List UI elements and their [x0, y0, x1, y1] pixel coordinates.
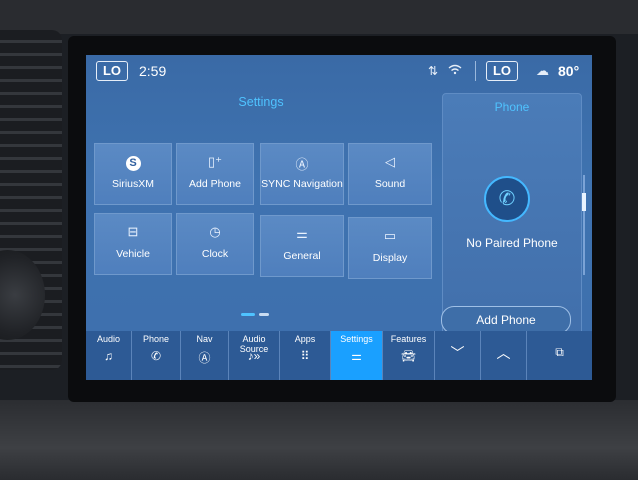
tile-label: SiriusXM [111, 178, 154, 190]
phone-panel-title: Phone [494, 100, 530, 114]
tile-label: Vehicle [116, 248, 150, 260]
speaker-icon: ◁ [385, 154, 395, 169]
nav-audio-source[interactable]: Audio Source ♪» [229, 331, 280, 380]
audio-source-icon: ♪» [247, 349, 261, 363]
siriusxm-icon: S [95, 154, 171, 171]
tile-general[interactable]: ⚌ General [260, 215, 344, 277]
tile-label: Display [372, 252, 408, 264]
tile-siriusxm[interactable]: S SiriusXM [94, 143, 172, 205]
nav-label: Phone [142, 334, 170, 344]
phone-status: No Paired Phone [466, 236, 558, 250]
sync-screen: LO 2:59 ⇅ LO ☁ 80° Settings S SiriusXM ▯… [86, 55, 592, 380]
nav-windows[interactable]: ⧉ [527, 331, 592, 380]
bottom-nav-bar: Audio ♫ Phone ✆ Nav Ⓐ Audio Source ♪» Ap… [86, 331, 592, 380]
tile-label: SYNC Navigation [261, 178, 343, 190]
navigation-icon: Ⓐ [198, 351, 211, 365]
dashboard-bottom-trim [0, 400, 638, 480]
nav-label: Audio [96, 334, 121, 344]
car-icon: 🚘︎ [400, 349, 417, 363]
nav-collapse[interactable]: ﹀ [435, 331, 481, 380]
nav-audio[interactable]: Audio ♫ [86, 331, 132, 380]
phone-icon: ✆ [150, 349, 162, 363]
scrollbar-thumb[interactable] [582, 193, 586, 211]
dashboard-top-trim [0, 0, 638, 34]
page-indicator-active [241, 313, 255, 316]
nav-label: Apps [294, 334, 316, 344]
add-phone-icon: ▯⁺ [207, 154, 222, 169]
settings-title: Settings [238, 95, 284, 109]
nav-settings[interactable]: Settings ⚌ [331, 331, 383, 380]
wifi-icon [448, 64, 462, 78]
status-bar: LO 2:59 ⇅ LO ☁ 80° [86, 55, 592, 91]
navigation-icon: Ⓐ [295, 157, 309, 172]
nav-label: Features [390, 334, 427, 344]
tile-add-phone[interactable]: ▯⁺ Add Phone [176, 143, 254, 205]
chevron-up-icon: ︿ [496, 345, 511, 361]
sliders-icon: ⚌ [296, 226, 308, 241]
tile-clock[interactable]: ◷ Clock [176, 213, 254, 275]
tile-label: Sound [374, 178, 406, 190]
phone-icon: ✆ [484, 176, 530, 222]
phone-panel: Phone ✆ No Paired Phone Add Phone [441, 93, 582, 339]
clock-icon: ◷ [209, 224, 221, 239]
add-phone-button[interactable]: Add Phone [441, 306, 571, 334]
tile-display[interactable]: ▭ Display [348, 217, 432, 279]
nav-expand[interactable]: ︿ [481, 331, 527, 380]
nav-apps[interactable]: Apps ⠿ [280, 331, 331, 380]
nav-phone[interactable]: Phone ✆ [132, 331, 181, 380]
nav-label: Nav [196, 334, 213, 344]
driver-temp-setting[interactable]: LO [96, 61, 128, 81]
weather-cloud-icon: ☁ [536, 63, 549, 78]
tile-label: Clock [201, 248, 229, 260]
nav-features[interactable]: Features 🚘︎ [383, 331, 435, 380]
tile-vehicle[interactable]: ⊟ Vehicle [94, 213, 172, 275]
outside-temperature: 80° [558, 63, 580, 79]
tile-sound[interactable]: ◁ Sound [348, 143, 432, 205]
clock-time: 2:59 [139, 63, 167, 79]
apps-grid-icon: ⠿ [300, 349, 310, 363]
passenger-temp-setting[interactable]: LO [486, 61, 518, 81]
vehicle-icon: ⊟ [127, 224, 139, 239]
display-icon: ▭ [383, 228, 397, 243]
tile-sync-navigation[interactable]: Ⓐ SYNC Navigation [260, 143, 344, 205]
sort-arrows-icon: ⇅ [428, 64, 439, 78]
music-note-icon: ♫ [104, 349, 113, 363]
scrollbar-track[interactable] [583, 175, 585, 275]
windows-icon: ⧉ [555, 345, 564, 359]
settings-sliders-icon: ⚌ [351, 349, 362, 363]
tile-label: Add Phone [189, 178, 241, 190]
nav-label: Settings [340, 334, 373, 344]
page-indicator [259, 313, 269, 316]
nav-nav[interactable]: Nav Ⓐ [181, 331, 229, 380]
chevron-down-icon: ﹀ [450, 345, 465, 361]
tile-label: General [283, 250, 321, 262]
status-divider [475, 61, 476, 81]
